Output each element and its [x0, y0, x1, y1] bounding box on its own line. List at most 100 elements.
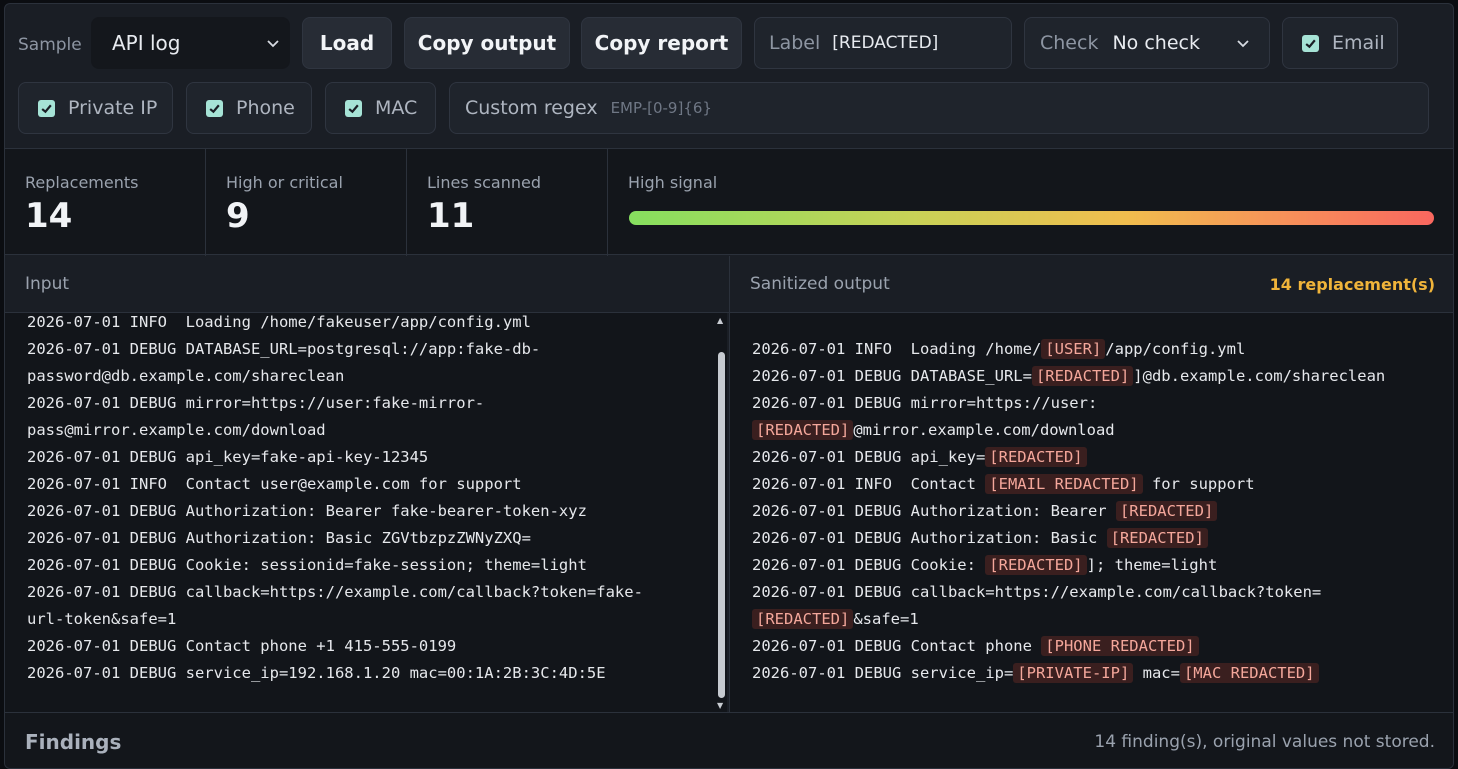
stat-label: Replacements — [25, 173, 139, 192]
checkbox-checked-icon[interactable] — [345, 99, 362, 117]
output-text: 2026-07-01 DEBUG service_ip= — [752, 664, 1014, 682]
output-text: 2026-07-01 DEBUG Authorization: Bearer — [752, 502, 1116, 520]
output-text: &safe=1 — [853, 610, 919, 628]
copy-report-button[interactable]: Copy report — [581, 17, 742, 69]
stat-label: High signal — [628, 173, 718, 192]
check-caption: Check — [1040, 32, 1099, 54]
output-line: [REDACTED] @mirror.example.com/download — [752, 417, 1453, 444]
copy-output-button[interactable]: Copy output — [404, 17, 570, 69]
scroll-down-icon[interactable]: ▼ — [717, 701, 723, 710]
email-label: Email — [1332, 32, 1385, 54]
sample-label: Sample — [18, 35, 82, 55]
input-line: 2026-07-01 INFO Contact user@example.com… — [27, 475, 522, 493]
checkbox-checked-icon[interactable] — [38, 99, 55, 117]
scroll-up-icon[interactable]: ▲ — [717, 316, 723, 325]
sample-select[interactable]: API log — [91, 17, 290, 69]
stat-value: 14 — [25, 196, 73, 236]
phone-toggle[interactable]: Phone — [186, 82, 312, 134]
stat-value: 9 — [226, 196, 250, 236]
output-line: 2026-07-01 DEBUG service_ip= [PRIVATE-IP]… — [752, 660, 1453, 687]
custom-regex-field[interactable]: Custom regex EMP-[0-9]{6} — [449, 82, 1429, 134]
findings-note: 14 finding(s), original values not store… — [1094, 732, 1435, 752]
input-line: pass@mirror.example.com/download — [27, 421, 326, 439]
load-button[interactable]: Load — [302, 17, 392, 69]
output-line: 2026-07-01 INFO Contact [EMAIL REDACTED]… — [752, 471, 1453, 498]
private-ip-label: Private IP — [68, 97, 158, 119]
stat-signal: High signal — [608, 149, 1453, 256]
input-line: 2026-07-01 DEBUG DATABASE_URL=postgresql… — [27, 340, 541, 358]
output-text: ]; theme=light — [1086, 556, 1218, 574]
stat-value: 11 — [427, 196, 475, 236]
mac-label: MAC — [375, 97, 418, 119]
output-text: 2026-07-01 DEBUG callback=https://exampl… — [752, 583, 1322, 601]
sanitizer-panel: Sample API log Load Copy output Copy rep… — [4, 3, 1454, 769]
output-text: /app/config.yml — [1105, 340, 1246, 358]
output-header: Sanitized output 14 replacement(s) — [730, 256, 1453, 313]
output-title: Sanitized output — [750, 274, 890, 294]
custom-regex-input[interactable]: EMP-[0-9]{6} — [611, 99, 712, 117]
check-select[interactable]: Check No check — [1024, 17, 1270, 69]
findings-title: Findings — [25, 730, 122, 754]
input-line: 2026-07-01 DEBUG Authorization: Basic ZG… — [27, 529, 531, 547]
private-ip-toggle[interactable]: Private IP — [18, 82, 173, 134]
input-scrollbar[interactable]: ▲ ▼ — [715, 313, 727, 712]
output-line: 2026-07-01 DEBUG Authorization: Basic [R… — [752, 525, 1453, 552]
output-text: 2026-07-01 DEBUG Authorization: Basic — [752, 529, 1107, 547]
sanitized-output: 2026-07-01 INFO Loading /home/[USER]/app… — [730, 313, 1453, 712]
input-line: password@db.example.com/shareclean — [27, 367, 345, 385]
email-toggle[interactable]: Email — [1282, 17, 1398, 69]
input-line: url-token&safe=1 — [27, 610, 177, 628]
input-line: 2026-07-01 DEBUG service_ip=192.168.1.20… — [27, 664, 606, 682]
check-value: No check — [1112, 32, 1200, 54]
redaction-token: [REDACTED] — [752, 420, 854, 440]
label-caption: Label — [769, 32, 821, 54]
stat-lines-scanned: Lines scanned 11 — [407, 149, 608, 256]
input-textarea[interactable]: 2026-07-01 INFO Loading /home/fakeuser/a… — [5, 313, 715, 712]
stat-label: High or critical — [226, 173, 343, 192]
output-line: 2026-07-01 DEBUG Authorization: Bearer [… — [752, 498, 1453, 525]
phone-label: Phone — [236, 97, 295, 119]
stat-high-critical: High or critical 9 — [206, 149, 407, 256]
input-line: 2026-07-01 DEBUG mirror=https://user:fak… — [27, 394, 485, 412]
redaction-token: [REDACTED] — [1115, 501, 1218, 521]
redaction-token: [PRIVATE-IP] — [1013, 663, 1134, 683]
output-line: 2026-07-01 DEBUG api_key= [REDACTED] — [752, 444, 1453, 471]
redaction-token: [USER] — [1041, 339, 1106, 359]
label-value: [REDACTED] — [832, 33, 939, 53]
scroll-thumb[interactable] — [718, 352, 725, 698]
checkbox-checked-icon[interactable] — [206, 99, 223, 117]
input-line: 2026-07-01 INFO Loading /home/fakeuser/a… — [27, 313, 531, 331]
output-line: 2026-07-01 DEBUG mirror=https://user: — [752, 390, 1453, 417]
input-line: 2026-07-01 DEBUG Authorization: Bearer f… — [27, 502, 587, 520]
output-text: 2026-07-01 DEBUG mirror=https://user: — [752, 394, 1098, 412]
input-title: Input — [25, 274, 70, 294]
output-text: 2026-07-01 DEBUG DATABASE_URL= — [752, 367, 1032, 385]
label-field[interactable]: Label [REDACTED] — [754, 17, 1012, 69]
chevron-down-icon — [1237, 40, 1249, 48]
output-text: 2026-07-01 DEBUG Contact phone — [752, 637, 1042, 655]
redaction-token: [EMAIL REDACTED] — [985, 474, 1143, 494]
stat-label: Lines scanned — [427, 173, 541, 192]
output-text: mac= — [1133, 664, 1180, 682]
redaction-token: [REDACTED] — [985, 447, 1087, 467]
redaction-token: [REDACTED] — [1031, 366, 1134, 386]
input-line: 2026-07-01 DEBUG api_key=fake-api-key-12… — [27, 448, 429, 466]
chevron-down-icon — [267, 40, 279, 48]
signal-gradient-bar — [629, 211, 1434, 225]
redaction-token: [PHONE REDACTED] — [1041, 636, 1199, 656]
output-line: 2026-07-01 DEBUG DATABASE_URL= [REDACTED]… — [752, 363, 1453, 390]
output-text: ]@db.example.com/shareclean — [1133, 367, 1386, 385]
sample-value: API log — [112, 31, 181, 55]
checkbox-checked-icon[interactable] — [1302, 34, 1319, 52]
output-line: 2026-07-01 DEBUG Cookie: [REDACTED]]; th… — [752, 552, 1453, 579]
custom-regex-caption: Custom regex — [465, 97, 598, 119]
findings-section: Findings 14 finding(s), original values … — [5, 712, 1453, 768]
output-line: 2026-07-01 DEBUG Contact phone [PHONE RE… — [752, 633, 1453, 660]
mac-toggle[interactable]: MAC — [325, 82, 436, 134]
stats-bar: Replacements 14 High or critical 9 Lines… — [5, 148, 1453, 256]
redaction-token: [REDACTED] — [752, 609, 854, 629]
redaction-token: [REDACTED] — [1106, 528, 1208, 548]
output-line: [REDACTED] &safe=1 — [752, 606, 1453, 633]
output-text: 2026-07-01 INFO Loading /home/ — [752, 340, 1042, 358]
output-text: 2026-07-01 INFO Contact — [752, 475, 986, 493]
